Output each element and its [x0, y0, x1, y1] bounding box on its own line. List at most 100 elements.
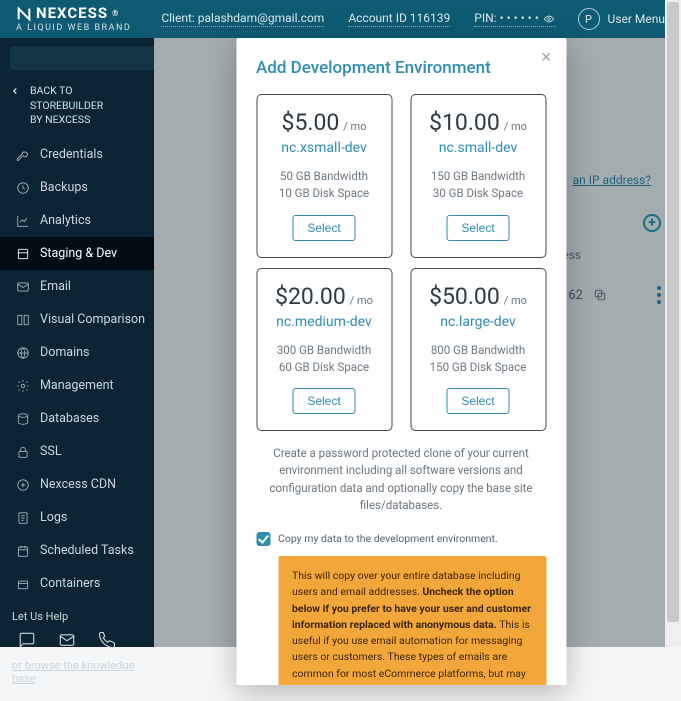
sidebar-item-label: Management: [40, 378, 114, 393]
plan-price: $50.00: [429, 283, 500, 310]
topbar: NEXCESS® A LIQUID WEB BRAND Client: pala…: [0, 0, 681, 38]
cdn-icon: [16, 478, 30, 492]
sidebar-item-label: Nexcess CDN: [40, 477, 116, 492]
sidebar-item-staging-dev[interactable]: Staging & Dev: [0, 237, 154, 270]
sidebar-item-analytics[interactable]: Analytics: [0, 204, 154, 237]
plan-price: $10.00: [429, 109, 500, 136]
sidebar-item-label: Email: [40, 279, 71, 294]
window-scrollbar[interactable]: [665, 0, 681, 647]
scrollbar-thumb[interactable]: [667, 2, 679, 622]
sidebar-item-label: Analytics: [40, 213, 91, 228]
sidebar-item-scheduled-tasks[interactable]: Scheduled Tasks: [0, 534, 154, 567]
search-input[interactable]: [10, 46, 177, 70]
compare-icon: [16, 313, 30, 327]
brand-tagline: A LIQUID WEB BRAND: [16, 24, 131, 33]
chat-icon[interactable]: [18, 631, 36, 649]
plan-sku: nc.xsmall-dev: [265, 140, 383, 156]
client-info[interactable]: Client: palashdam@gmail.com: [161, 11, 324, 27]
select-plan-button[interactable]: Select: [446, 388, 509, 414]
sidebar-item-label: Containers: [40, 576, 100, 591]
mail-icon[interactable]: [58, 631, 76, 649]
plan-card-nc.xsmall-dev: $5.00 / mo nc.xsmall-dev 50 GB Bandwidth10…: [256, 94, 392, 258]
copy-data-label: Copy my data to the development environm…: [278, 532, 498, 545]
database-icon: [16, 412, 30, 426]
modal-description: Create a password protected clone of you…: [258, 445, 544, 514]
plan-disk: 150 GB Disk Space: [419, 359, 537, 376]
eye-icon[interactable]: [542, 14, 556, 24]
pin-display[interactable]: PIN: • • • • • •: [474, 11, 555, 27]
chart-icon: [16, 214, 30, 228]
sidebar-item-visual-comparison[interactable]: Visual Comparison: [0, 303, 154, 336]
plan-card-nc.large-dev: $50.00 / mo nc.large-dev 800 GB Bandwidth1…: [410, 268, 546, 432]
plan-price: $5.00: [282, 109, 340, 136]
box-icon: [16, 577, 30, 591]
layers-icon: [16, 247, 30, 261]
sidebar-item-label: Logs: [40, 510, 67, 525]
kb-link[interactable]: or browse the knowledge base: [12, 659, 134, 685]
gear-icon: [16, 379, 30, 393]
clock-icon: [16, 181, 30, 195]
plan-sku: nc.medium-dev: [265, 314, 383, 330]
lock-icon: [16, 445, 30, 459]
sidebar-item-domains[interactable]: Domains: [0, 336, 154, 369]
account-id[interactable]: Account ID 116139: [348, 11, 450, 27]
plan-bandwidth: 50 GB Bandwidth: [265, 168, 383, 185]
log-icon: [16, 511, 30, 525]
user-menu-label: User Menu: [608, 12, 665, 26]
plan-period: / mo: [350, 294, 373, 307]
sidebar-item-logs[interactable]: Logs: [0, 501, 154, 534]
sidebar-item-containers[interactable]: Containers: [0, 567, 154, 600]
modal-title: Add Development Environment: [256, 58, 546, 78]
plan-card-nc.medium-dev: $20.00 / monc.medium-dev300 GB Bandwidth…: [256, 268, 392, 432]
select-plan-button[interactable]: Select: [292, 388, 355, 414]
plan-bandwidth: 800 GB Bandwidth: [419, 342, 537, 359]
add-dev-env-modal: ✕ Add Development Environment $5.00 / mo…: [236, 38, 566, 685]
sidebar-item-label: Credentials: [40, 147, 103, 162]
key-icon: [16, 148, 30, 162]
logo-mark-icon: [16, 6, 32, 22]
sidebar-item-databases[interactable]: Databases: [0, 402, 154, 435]
sidebar-item-label: Visual Comparison: [40, 312, 145, 327]
brand-logo: NEXCESS® A LIQUID WEB BRAND: [16, 6, 131, 33]
plan-period: / mo: [343, 120, 366, 133]
main-area: an IP address? + * Address 99.224.162 ✕ …: [154, 38, 681, 647]
sidebar-item-label: Domains: [40, 345, 90, 360]
warning-notice: This will copy over your entire database…: [278, 556, 546, 685]
phone-icon[interactable]: [98, 631, 116, 649]
help-label: Let Us Help: [12, 610, 142, 623]
plan-sku: nc.small-dev: [419, 140, 537, 156]
close-icon[interactable]: ✕: [540, 50, 552, 66]
sidebar-item-ssl[interactable]: SSL: [0, 435, 154, 468]
plan-disk: 60 GB Disk Space: [265, 359, 383, 376]
mail-icon: [16, 280, 30, 294]
plan-disk: 10 GB Disk Space: [265, 185, 383, 202]
plan-bandwidth: 150 GB Bandwidth: [419, 168, 537, 185]
brand-name: NEXCESS: [36, 6, 108, 21]
plan-bandwidth: 300 GB Bandwidth: [265, 342, 383, 359]
select-plan-button[interactable]: Select: [292, 215, 355, 241]
sidebar-item-label: Staging & Dev: [40, 246, 117, 261]
chevron-left-icon: [10, 86, 20, 96]
calendar-icon: [16, 544, 30, 558]
select-plan-button[interactable]: Select: [446, 215, 509, 241]
sidebar-item-nexcess-cdn[interactable]: Nexcess CDN: [0, 468, 154, 501]
sidebar-item-label: Backups: [40, 180, 88, 195]
sidebar-item-email[interactable]: Email: [0, 270, 154, 303]
plan-card-nc.small-dev: $10.00 / mo nc.small-dev 150 GB Bandwidth3…: [410, 94, 546, 258]
plan-sku: nc.large-dev: [419, 314, 537, 330]
sidebar-item-backups[interactable]: Backups: [0, 171, 154, 204]
sidebar-item-label: SSL: [40, 444, 62, 459]
sidebar-item-credentials[interactable]: Credentials: [0, 138, 154, 171]
sidebar: BACK TO STOREBUILDER BY NEXCESS Credenti…: [0, 38, 154, 647]
sidebar-item-management[interactable]: Management: [0, 369, 154, 402]
globe-icon: [16, 346, 30, 360]
back-to-storebuilder[interactable]: BACK TO STOREBUILDER BY NEXCESS: [0, 76, 154, 138]
plan-disk: 30 GB Disk Space: [419, 185, 537, 202]
plan-period: / mo: [504, 120, 527, 133]
sidebar-item-label: Scheduled Tasks: [40, 543, 134, 558]
avatar: P: [578, 8, 600, 30]
sidebar-item-label: Databases: [40, 411, 99, 426]
copy-data-checkbox[interactable]: [256, 532, 270, 546]
plan-period: / mo: [504, 294, 527, 307]
user-menu[interactable]: P User Menu: [578, 8, 665, 30]
